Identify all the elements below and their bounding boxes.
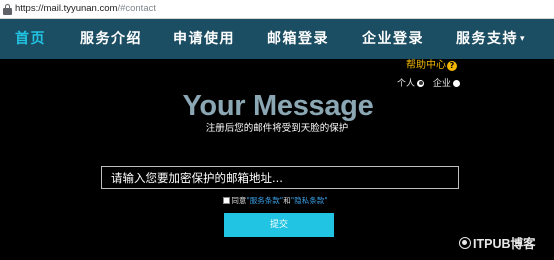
- itpub-logo-icon: [459, 237, 471, 249]
- terms-and: 和: [283, 196, 291, 205]
- nav-item-home[interactable]: 首页: [15, 31, 46, 47]
- radio-button-personal[interactable]: [417, 79, 425, 87]
- nav-item-services[interactable]: 服务介绍: [80, 31, 142, 47]
- question-icon: ?: [447, 61, 457, 71]
- chevron-down-icon: ▾: [520, 34, 527, 44]
- submit-button[interactable]: 提交: [224, 213, 334, 237]
- nav-item-mail-login[interactable]: 邮箱登录: [267, 31, 329, 47]
- top-nav: 首页 服务介绍 申请使用 邮箱登录 企业登录 服务支持 ▾: [0, 19, 554, 59]
- watermark: ITPUB博客: [459, 236, 536, 252]
- page-subtitle: 注册后您的邮件将受到天脸的保护: [205, 123, 349, 134]
- nav-item-support[interactable]: 服务支持 ▾: [456, 31, 526, 49]
- radio-button-enterprise[interactable]: [452, 79, 460, 87]
- lock-icon: [3, 4, 12, 15]
- email-input[interactable]: [101, 166, 459, 189]
- terms-checkbox[interactable]: [223, 197, 231, 204]
- url-text[interactable]: https://mail.tyyunan.com/#contact: [15, 3, 156, 15]
- privacy-terms-link[interactable]: "隐私条款": [291, 196, 328, 205]
- watermark-text: ITPUB博客: [473, 237, 536, 251]
- nav-item-enterprise-login[interactable]: 企业登录: [362, 31, 424, 47]
- nav-item-apply[interactable]: 申请使用: [173, 31, 235, 47]
- radio-label-enterprise: 企业: [432, 79, 451, 89]
- help-center-label: 帮助中心: [406, 60, 446, 71]
- page-title: Your Message: [182, 90, 374, 122]
- nav-item-support-label: 服务支持: [456, 31, 518, 47]
- terms-agreement: 同意"服务条款"和"隐私条款": [0, 196, 554, 206]
- help-center-link[interactable]: 帮助中心?: [406, 59, 457, 72]
- address-bar[interactable]: https://mail.tyyunan.com/#contact: [0, 0, 554, 19]
- terms-prefix: 同意: [231, 196, 247, 205]
- service-terms-link[interactable]: "服务条款": [246, 196, 283, 205]
- radio-label-personal: 个人: [397, 79, 416, 89]
